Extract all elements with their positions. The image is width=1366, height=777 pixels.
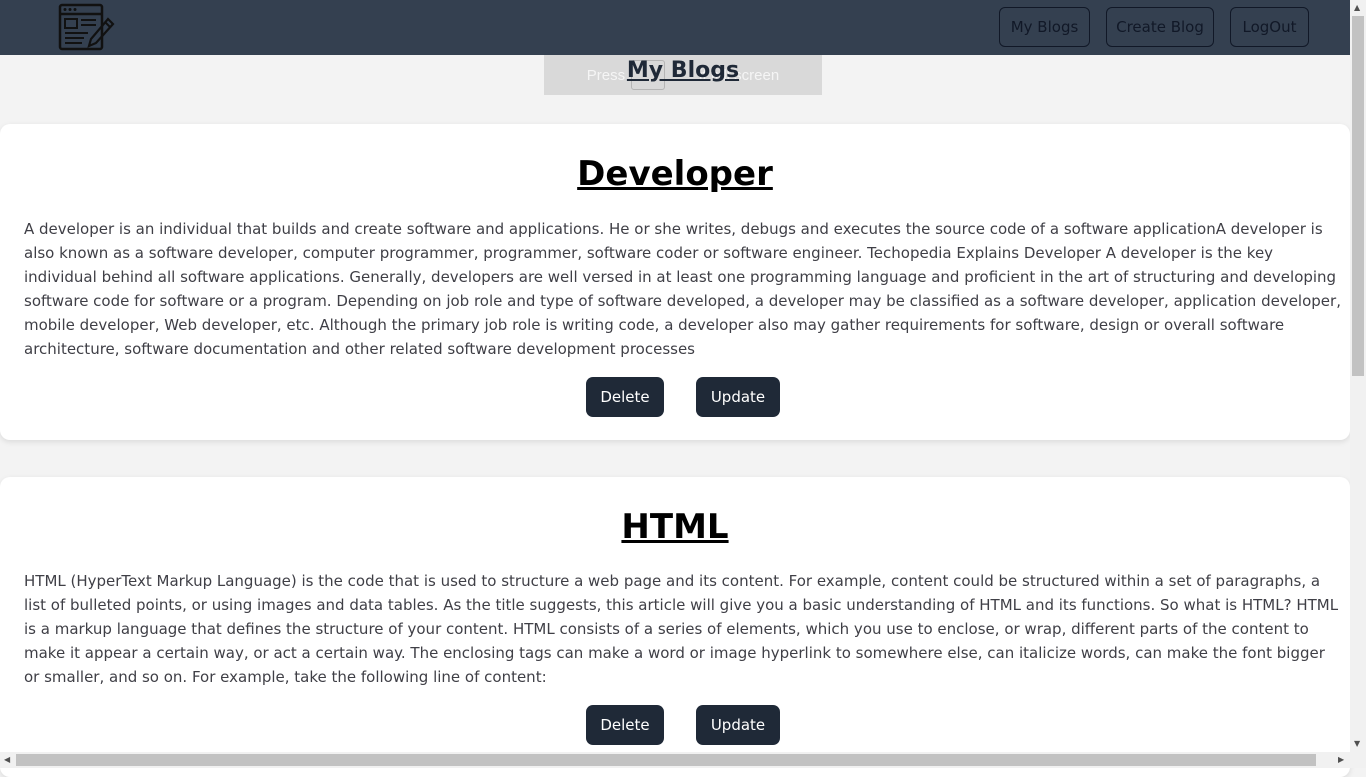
nav-logout-button[interactable]: LogOut bbox=[1230, 7, 1309, 47]
scroll-right-arrow-icon[interactable]: ▶ bbox=[1338, 756, 1344, 764]
blog-card: Developer A developer is an individual t… bbox=[0, 124, 1350, 440]
delete-button[interactable]: Delete bbox=[586, 377, 664, 417]
delete-button[interactable]: Delete bbox=[586, 705, 664, 745]
navbar: My Blogs Create Blog LogOut bbox=[0, 0, 1350, 55]
vertical-scrollbar-thumb[interactable] bbox=[1352, 16, 1364, 376]
scroll-left-arrow-icon[interactable]: ◀ bbox=[4, 756, 10, 764]
scrollbar-corner bbox=[1350, 752, 1366, 768]
blog-body: HTML (HyperText Markup Language) is the … bbox=[24, 572, 1339, 686]
blog-card: HTML HTML (HyperText Markup Language) is… bbox=[0, 477, 1350, 777]
blog-editor-icon[interactable] bbox=[58, 3, 116, 53]
scroll-up-arrow-icon[interactable]: ▲ bbox=[1354, 4, 1360, 12]
blog-title: Developer bbox=[577, 154, 773, 194]
blog-title: HTML bbox=[621, 507, 729, 547]
blog-body: A developer is an individual that builds… bbox=[24, 220, 1341, 358]
scroll-down-arrow-icon[interactable]: ▼ bbox=[1354, 740, 1360, 748]
nav-my-blogs-button[interactable]: My Blogs bbox=[999, 7, 1090, 47]
horizontal-scrollbar-thumb[interactable] bbox=[16, 754, 1316, 766]
page-title: My Blogs bbox=[626, 58, 740, 83]
nav-create-blog-button[interactable]: Create Blog bbox=[1106, 7, 1214, 47]
update-button[interactable]: Update bbox=[696, 377, 780, 417]
update-button[interactable]: Update bbox=[696, 705, 780, 745]
